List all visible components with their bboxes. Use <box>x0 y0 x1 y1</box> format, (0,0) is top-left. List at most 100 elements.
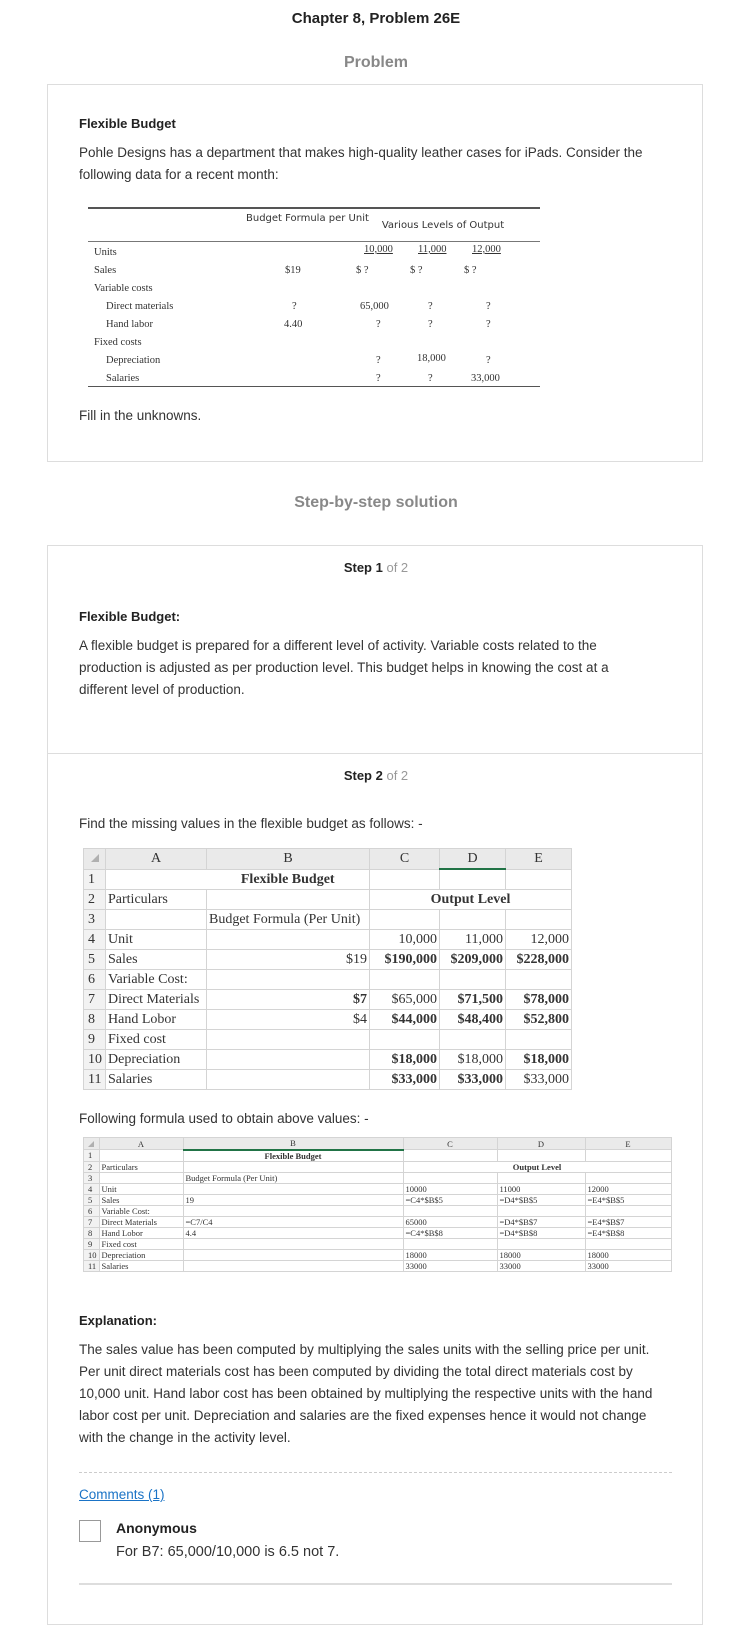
page-title: Chapter 8, Problem 26E <box>291 10 461 27</box>
row-number: 6 <box>83 968 106 990</box>
step-divider <box>48 753 702 754</box>
row-fixed-costs: Fixed costs <box>94 337 142 348</box>
sales-level-2: $ ? <box>410 265 423 276</box>
step-1-word: Step 1 <box>343 560 383 575</box>
cell-output-level: Output Level <box>369 888 572 910</box>
col-header-b[interactable]: B <box>206 848 370 870</box>
formula-col-header-e[interactable]: E <box>584 1137 672 1150</box>
step-2-label: Step 2 of 2 <box>48 768 704 783</box>
formula-label-depreciation: Depreciation <box>98 1248 184 1261</box>
formula-col-header-b[interactable]: B <box>182 1137 404 1151</box>
explanation-heading: Explanation: <box>79 1313 158 1328</box>
comments-bottom-rule <box>79 1583 672 1585</box>
formula-cell-formula-header: Budget Formula (Per Unit) <box>182 1171 404 1184</box>
row-number: 9 <box>83 1028 106 1050</box>
level-11000: 11,000 <box>418 244 447 255</box>
dm-level-1: 65,000 <box>360 301 389 312</box>
formula-label-direct-materials: Direct Materials <box>98 1215 184 1228</box>
cell-sales-b: $19 <box>206 948 370 970</box>
select-all-corner[interactable] <box>83 848 106 870</box>
problem-section-label: Problem <box>343 54 408 71</box>
sheet-row: 2 Particulars Output Level <box>83 888 572 910</box>
col-header-c[interactable]: C <box>369 848 440 870</box>
hl-level-2: ? <box>428 319 433 330</box>
sal-level-1: ? <box>376 373 381 384</box>
formula-sal-e: 33000 <box>584 1259 672 1272</box>
sheet-row: 6 Variable Cost: <box>83 968 572 990</box>
cell-sales-c: $190,000 <box>369 948 440 970</box>
comments-link[interactable]: Comments (1) <box>79 1486 165 1504</box>
step-2-intro: Find the missing values in the flexible … <box>79 816 423 831</box>
cell-formula-header: Budget Formula (Per Unit) <box>206 908 370 930</box>
sheet-title: Flexible Budget <box>206 868 370 890</box>
formula-sheet-row: 7 Direct Materials =C7/C4 65000 =D4*$B$7… <box>83 1215 672 1228</box>
formula-hl-d: =D4*$B$8 <box>496 1226 586 1239</box>
formula-sheet-row: 5 Sales 19 =C4*$B$5 =D4*$B$5 =E4*$B$5 <box>83 1193 672 1206</box>
col-header-e[interactable]: E <box>505 848 572 870</box>
sal-level-2: ? <box>428 373 433 384</box>
formula-select-all-corner[interactable] <box>83 1137 100 1150</box>
comment-author: Anonymous <box>116 1520 197 1536</box>
dep-level-2: 18,000 <box>417 353 446 364</box>
header-budget-formula: Budget Formula per Unit <box>246 213 369 224</box>
row-number: 10 <box>83 1048 106 1070</box>
cell-sal-e: $33,000 <box>505 1068 572 1090</box>
formula-sheet-row: 11 Salaries 33000 33000 33000 <box>83 1259 672 1272</box>
sales-level-3: $ ? <box>464 265 477 276</box>
sheet-row: 9 Fixed cost <box>83 1028 572 1050</box>
sales-formula: $19 <box>285 265 301 276</box>
formula-sal-d: 33000 <box>496 1259 586 1272</box>
formula-hl-c: =C4*$B$8 <box>402 1226 498 1239</box>
formula-col-header-d[interactable]: D <box>496 1137 586 1150</box>
row-variable-costs: Variable costs <box>94 283 153 294</box>
sales-level-1: $ ? <box>356 265 369 276</box>
formula-cell-particulars: Particulars <box>98 1160 184 1173</box>
step-2-word: Step 2 <box>343 768 383 783</box>
cell-particulars: Particulars <box>105 888 207 910</box>
step-2-of: of 2 <box>386 768 409 783</box>
row-number: 8 <box>83 1008 106 1030</box>
formula-sheet-row: 4 Unit 10000 11000 12000 <box>83 1182 672 1195</box>
comment-checkbox[interactable] <box>79 1520 101 1542</box>
level-10000: 10,000 <box>364 244 393 255</box>
cell-label-variable-cost: Variable Cost: <box>105 968 207 990</box>
hl-level-3: ? <box>486 319 491 330</box>
formula-sheet-row: 1 Flexible Budget <box>83 1149 672 1162</box>
row-number: 5 <box>83 1193 100 1206</box>
formula-hl-e: =E4*$B$8 <box>584 1226 672 1239</box>
sheet-row: 8 Hand Lobor $4 $44,000 $48,400 $52,800 <box>83 1008 572 1030</box>
formula-intro: Following formula used to obtain above v… <box>79 1111 369 1126</box>
formula-col-header-a[interactable]: A <box>98 1137 184 1150</box>
comments-link-text[interactable]: Comments (1) <box>79 1487 165 1502</box>
formula-sheet-title: Flexible Budget <box>182 1149 404 1162</box>
row-number: 2 <box>83 1160 100 1173</box>
cell-unit-e: 12,000 <box>505 928 572 950</box>
cell-dm-e: $78,000 <box>505 988 572 1010</box>
formula-sheet-row: 8 Hand Lobor 4.4 =C4*$B$8 =D4*$B$8 =E4*$… <box>83 1226 672 1239</box>
row-direct-materials: Direct materials <box>106 301 174 312</box>
level-12000: 12,000 <box>472 244 501 255</box>
cell-label-direct-materials: Direct Materials <box>105 988 207 1010</box>
formula-dm-b: =C7/C4 <box>182 1215 404 1228</box>
explanation-text: The sales value has been computed by mul… <box>79 1342 653 1445</box>
row-number: 3 <box>83 908 106 930</box>
cell-hl-b: $4 <box>206 1008 370 1030</box>
cell-hl-e: $52,800 <box>505 1008 572 1030</box>
problem-box: Flexible Budget Pohle Designs has a depa… <box>47 84 703 462</box>
formula-label-fixed-cost: Fixed cost <box>98 1237 184 1250</box>
cell-unit-c: 10,000 <box>369 928 440 950</box>
formula-col-header-c[interactable]: C <box>402 1137 498 1150</box>
cell-dm-b: $7 <box>206 988 370 1010</box>
col-header-a[interactable]: A <box>105 848 207 870</box>
step-1-text: A flexible budget is prepared for a diff… <box>79 638 609 697</box>
dep-level-3: ? <box>486 355 491 366</box>
formula-sheet-row: 2 Particulars Output Level <box>83 1160 672 1173</box>
row-number: 3 <box>83 1171 100 1184</box>
formula-dm-e: =E4*$B$7 <box>584 1215 672 1228</box>
formula-dep-c: 18000 <box>402 1248 498 1261</box>
step-1-heading: Flexible Budget: <box>79 609 181 624</box>
col-header-d[interactable]: D <box>439 848 506 870</box>
problem-instruction: Fill in the unknowns. <box>79 408 202 423</box>
cell-label-depreciation: Depreciation <box>105 1048 207 1070</box>
header-various-levels: Various Levels of Output <box>381 220 505 231</box>
